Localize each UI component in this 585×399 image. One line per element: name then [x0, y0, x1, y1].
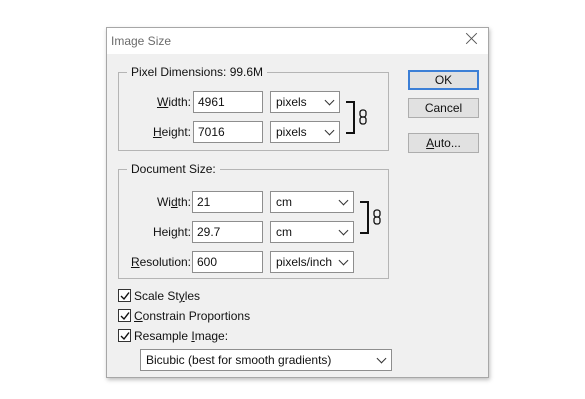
chevron-down-icon [338, 225, 349, 236]
doc-height-unit-value: cm [276, 225, 292, 239]
doc-height-label: Height: [152, 225, 191, 239]
pixel-height-label: Height: [152, 125, 191, 139]
chevron-down-icon [324, 125, 335, 136]
cancel-button[interactable]: Cancel [408, 98, 479, 118]
pixel-width-input[interactable]: 4961 [193, 91, 263, 113]
resolution-unit-value: pixels/inch [276, 255, 333, 269]
checkmark-icon [120, 312, 130, 321]
resample-method-select[interactable]: Bicubic (best for smooth gradients) [140, 349, 392, 371]
constrain-bracket [346, 101, 355, 134]
doc-width-unit-select[interactable]: cm [270, 191, 354, 213]
document-size-legend: Document Size: [127, 162, 220, 176]
scale-styles-checkbox[interactable] [118, 289, 131, 302]
image-size-dialog: Image Size Pixel Dimensions: 99.6M Width… [106, 27, 489, 378]
title-bar: Image Size [107, 28, 488, 54]
chevron-down-icon [338, 195, 349, 206]
doc-width-input[interactable]: 21 [192, 191, 263, 213]
doc-width-label: Width: [156, 195, 191, 209]
pixel-width-label: Width: [156, 95, 191, 109]
dialog-title: Image Size [111, 34, 172, 48]
chain-link-icon [373, 209, 381, 225]
checkmark-icon [120, 292, 130, 301]
resample-image-label: Resample Image: [134, 329, 229, 343]
pixel-height-input[interactable]: 7016 [193, 121, 263, 143]
chevron-down-icon [324, 95, 335, 106]
scale-styles-label: Scale Styles [134, 289, 201, 303]
pixel-width-unit-value: pixels [276, 95, 307, 109]
pixel-dimensions-group: Pixel Dimensions: 99.6M Width: 4961 pixe… [118, 65, 389, 151]
pixel-height-unit-value: pixels [276, 125, 307, 139]
resolution-label: Resolution: [130, 255, 191, 269]
chevron-down-icon [338, 255, 349, 266]
resample-method-value: Bicubic (best for smooth gradients) [146, 353, 332, 367]
constrain-proportions-checkbox[interactable] [118, 309, 131, 322]
resample-image-checkbox[interactable] [118, 329, 131, 342]
close-icon[interactable] [464, 31, 480, 47]
pixel-dimensions-legend: Pixel Dimensions: 99.6M [127, 65, 268, 79]
auto-button[interactable]: Auto... [408, 133, 479, 153]
doc-height-unit-select[interactable]: cm [270, 221, 354, 243]
chevron-down-icon [376, 353, 387, 364]
constrain-bracket [360, 201, 369, 234]
chain-link-icon [359, 109, 367, 125]
doc-height-input[interactable]: 29.7 [192, 221, 263, 243]
constrain-proportions-label: Constrain Proportions [134, 309, 251, 323]
doc-width-unit-value: cm [276, 195, 292, 209]
resolution-unit-select[interactable]: pixels/inch [270, 251, 354, 273]
pixel-width-unit-select[interactable]: pixels [270, 91, 340, 113]
checkmark-icon [120, 332, 130, 341]
document-size-group: Document Size: Width: 21 cm Height: 29.7… [118, 162, 389, 279]
ok-button[interactable]: OK [408, 70, 479, 90]
pixel-height-unit-select[interactable]: pixels [270, 121, 340, 143]
resolution-input[interactable]: 600 [192, 251, 263, 273]
